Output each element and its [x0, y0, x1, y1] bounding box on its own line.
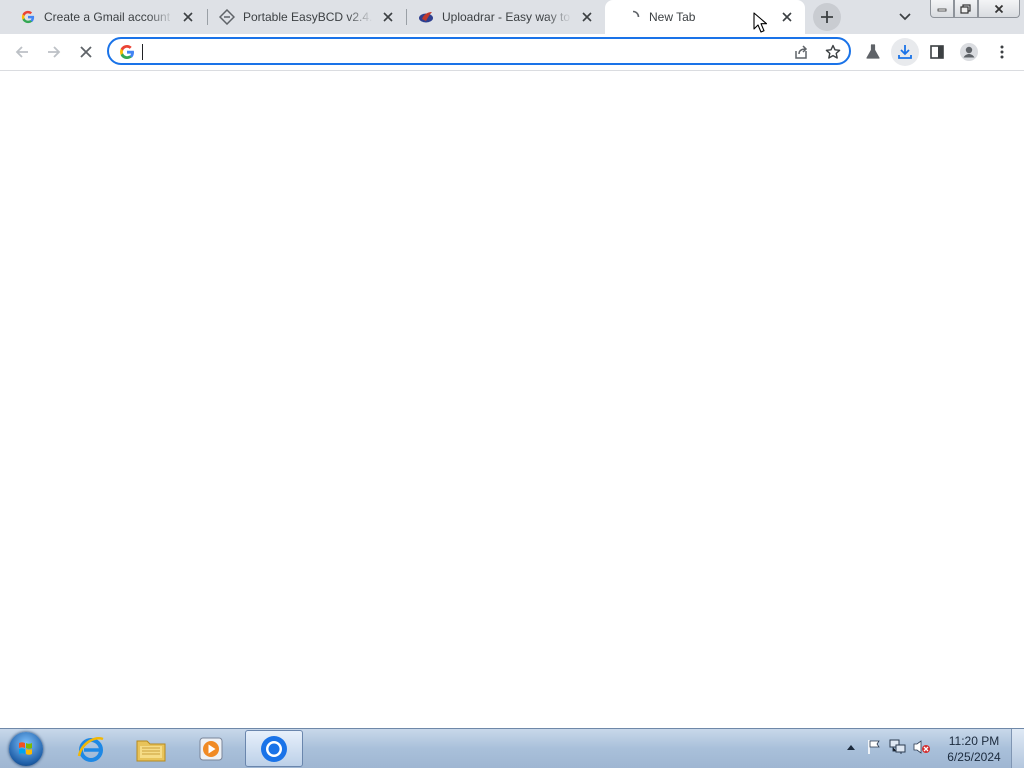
- side-panel-icon: [930, 45, 944, 59]
- window-close-button[interactable]: [978, 0, 1020, 18]
- start-button[interactable]: [6, 730, 46, 768]
- close-icon[interactable]: [180, 9, 196, 25]
- volume-tray[interactable]: [913, 733, 931, 761]
- mouse-cursor-icon: [753, 12, 767, 33]
- minimize-button[interactable]: [930, 0, 954, 18]
- media-player-icon: [199, 737, 223, 760]
- bookmark-star-icon[interactable]: [824, 43, 842, 61]
- chrome-icon: [261, 735, 287, 762]
- tab-gmail[interactable]: Create a Gmail account -: [0, 0, 206, 34]
- uploadrar-icon: [418, 9, 434, 25]
- address-bar[interactable]: [107, 37, 851, 65]
- action-center-tray[interactable]: [865, 733, 883, 761]
- downloads-button[interactable]: [891, 38, 919, 66]
- arrow-left-icon: [15, 46, 28, 58]
- google-g-icon: [120, 45, 134, 59]
- windows-taskbar: 11:20 PM 6/25/2024: [0, 728, 1024, 768]
- plus-icon: [821, 11, 833, 23]
- flask-icon: [866, 44, 880, 59]
- show-desktop-button[interactable]: [1011, 729, 1024, 768]
- restore-icon: [960, 3, 971, 14]
- forward-button[interactable]: [40, 38, 68, 66]
- system-clock[interactable]: 11:20 PM 6/25/2024: [940, 733, 1008, 765]
- stop-loading-button[interactable]: [72, 38, 100, 66]
- close-icon: [994, 4, 1004, 13]
- show-hidden-icons-button[interactable]: [842, 733, 860, 761]
- profile-button[interactable]: [955, 38, 983, 66]
- browser-toolbar: [0, 34, 1024, 71]
- share-icon[interactable]: [792, 43, 810, 61]
- clock-date: 6/25/2024: [947, 750, 1001, 764]
- volume-muted-icon: [913, 740, 930, 754]
- close-icon[interactable]: [380, 9, 396, 25]
- file-explorer-icon: [136, 740, 166, 761]
- restore-button[interactable]: [954, 0, 978, 18]
- tab-easybcd[interactable]: Portable EasyBCD v2.4.0.2: [199, 0, 406, 34]
- minimize-icon: [937, 8, 947, 11]
- tab-uploadrar[interactable]: Uploadrar - Easy way to s: [398, 0, 605, 34]
- new-tab-button[interactable]: [813, 3, 841, 31]
- google-g-icon: [20, 9, 36, 25]
- download-icon: [898, 45, 912, 59]
- close-icon[interactable]: [779, 9, 795, 25]
- stop-icon: [80, 46, 92, 58]
- internet-explorer-icon: [77, 736, 104, 762]
- network-icon: [889, 739, 906, 754]
- taskbar-file-explorer[interactable]: [122, 730, 180, 767]
- clock-time: 11:20 PM: [948, 734, 1000, 748]
- arrow-right-icon: [48, 46, 61, 58]
- page-content: [0, 71, 1024, 728]
- menu-button[interactable]: [988, 38, 1016, 66]
- tab-search-button[interactable]: [896, 8, 914, 26]
- windows-logo-icon: [9, 732, 43, 766]
- loading-spinner-icon: [625, 9, 641, 25]
- address-input[interactable]: [141, 41, 741, 61]
- chevron-up-icon: [847, 745, 855, 750]
- tab-title: Create a Gmail account -: [44, 10, 174, 24]
- close-icon[interactable]: [579, 9, 595, 25]
- chevron-down-icon: [899, 13, 911, 21]
- taskbar-chrome[interactable]: [245, 730, 303, 767]
- text-caret: [142, 44, 143, 60]
- taskbar-internet-explorer[interactable]: [62, 730, 120, 767]
- labs-button[interactable]: [859, 38, 887, 66]
- window-controls: [930, 0, 1020, 18]
- tab-title: Portable EasyBCD v2.4.0.2: [243, 10, 373, 24]
- flag-icon: [868, 740, 880, 754]
- taskbar-media-player[interactable]: [182, 730, 240, 767]
- back-button[interactable]: [8, 38, 36, 66]
- side-panel-button[interactable]: [923, 38, 951, 66]
- tab-new-tab[interactable]: New Tab: [605, 0, 805, 34]
- avatar-icon: [960, 43, 978, 61]
- tab-strip: Create a Gmail account - Portable EasyBC…: [0, 0, 1024, 34]
- easybcd-icon: [219, 9, 235, 25]
- network-tray[interactable]: [889, 733, 907, 761]
- kebab-menu-icon: [1000, 45, 1004, 59]
- tab-title: Uploadrar - Easy way to s: [442, 10, 572, 24]
